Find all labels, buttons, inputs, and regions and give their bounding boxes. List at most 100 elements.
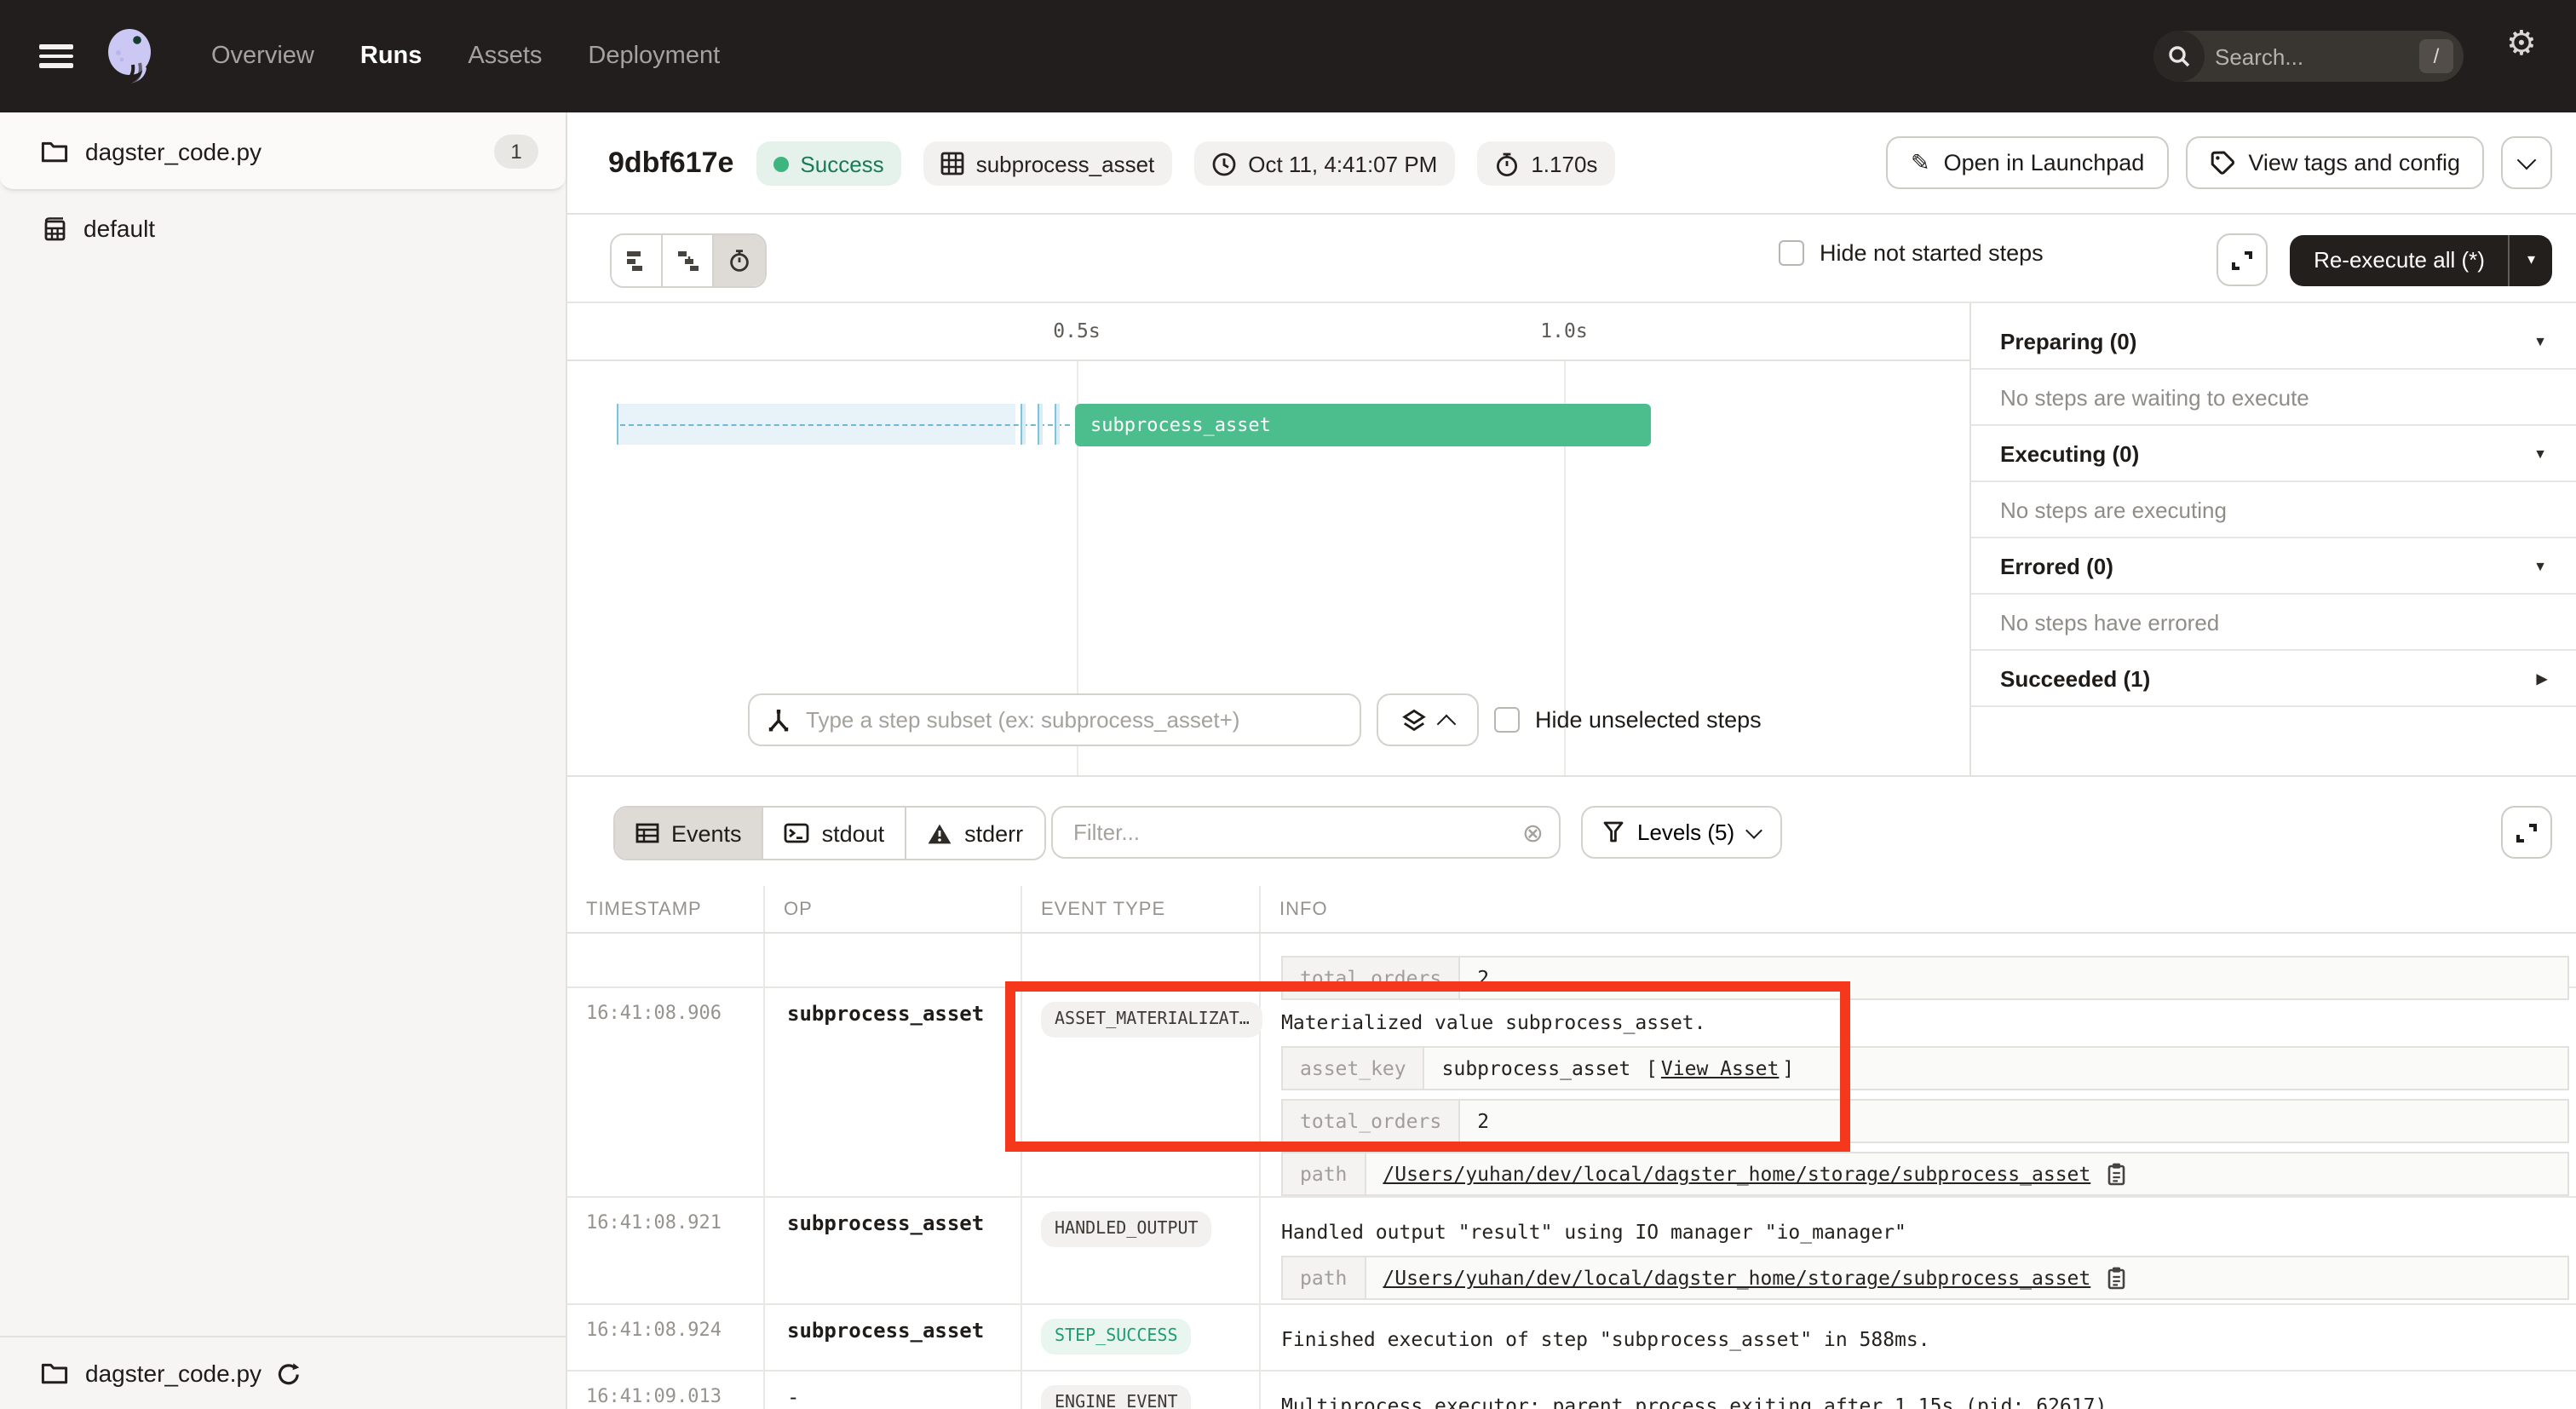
status-section-header-3[interactable]: Errored (0)▼ bbox=[1971, 538, 2576, 595]
status-section-body: No steps have errored bbox=[1971, 595, 2576, 651]
reload-icon[interactable] bbox=[275, 1360, 301, 1386]
re-execute-all-button[interactable]: Re-execute all (*) bbox=[2290, 247, 2509, 273]
event-type-badge: STEP_SUCCESS bbox=[1041, 1319, 1192, 1354]
asset-tag[interactable]: subprocess_asset bbox=[923, 141, 1172, 186]
pencil-icon: ✎ bbox=[1911, 149, 1930, 176]
step-subset-input[interactable] bbox=[802, 705, 1343, 734]
tag-icon bbox=[2209, 150, 2234, 175]
bracket: [ bbox=[1634, 1056, 1658, 1080]
timed-view-button[interactable] bbox=[714, 235, 765, 286]
triangle-down-icon: ▼ bbox=[2533, 558, 2547, 573]
nav-link-overview[interactable]: Overview bbox=[211, 43, 314, 70]
step-bar-subprocess-asset[interactable]: subprocess_asset bbox=[1075, 404, 1651, 446]
event-message: Multiprocess executor: parent process ex… bbox=[1281, 1392, 2569, 1409]
status-section-title: Succeeded (1) bbox=[2000, 665, 2150, 691]
metadata-text: 2 bbox=[1477, 966, 1489, 990]
graph-query-toggle-button[interactable] bbox=[1377, 693, 1479, 746]
run-id: 9dbf617e bbox=[608, 147, 733, 181]
re-execute-dropdown-button[interactable]: ▾ bbox=[2510, 250, 2552, 269]
code-location-count: 1 bbox=[494, 134, 538, 168]
flat-view-button[interactable] bbox=[612, 235, 663, 286]
status-dot-icon bbox=[773, 156, 788, 171]
gear-icon[interactable]: ⚙ bbox=[2506, 22, 2537, 65]
cell-op: - bbox=[765, 1372, 1022, 1409]
hide-not-started-checkbox[interactable] bbox=[1779, 240, 1804, 266]
footer-code-location-label: dagster_code.py bbox=[85, 1360, 262, 1387]
tab-stdout[interactable]: stdout bbox=[764, 808, 907, 859]
cell-info: Materialized value subprocess_asset.asse… bbox=[1261, 988, 2576, 1196]
column-header-op: OP bbox=[765, 886, 1022, 932]
search-box[interactable]: / bbox=[2153, 31, 2464, 82]
gantt-toolbar: Hide not started steps Re-execute all (*… bbox=[567, 215, 2576, 303]
copy-icon[interactable] bbox=[2106, 1162, 2126, 1186]
logs-fullscreen-button[interactable] bbox=[2501, 806, 2552, 859]
metadata-key: path bbox=[1283, 1257, 1366, 1298]
stopwatch-icon bbox=[1493, 151, 1519, 176]
metadata-value: 2 bbox=[1460, 1101, 2567, 1142]
status-section-header-2[interactable]: Executing (0)▼ bbox=[1971, 426, 2576, 482]
status-section-body: No steps are executing bbox=[1971, 482, 2576, 538]
path-link[interactable]: /Users/yuhan/dev/local/dagster_home/stor… bbox=[1383, 1162, 2090, 1186]
cell-event-type: ASSET_MATERIALIZAT… bbox=[1022, 988, 1261, 1196]
view-asset-link[interactable]: View Asset bbox=[1661, 1056, 1780, 1080]
chevron-down-icon bbox=[2517, 151, 2537, 170]
metadata-key: asset_key bbox=[1283, 1048, 1425, 1089]
metadata-entry-path: path/Users/yuhan/dev/local/dagster_home/… bbox=[1281, 1152, 2569, 1196]
open-in-launchpad-button[interactable]: ✎ Open in Launchpad bbox=[1887, 136, 2168, 189]
view-tags-config-button[interactable]: View tags and config bbox=[2185, 136, 2484, 189]
tab-stderr[interactable]: stderr bbox=[906, 808, 1044, 859]
waiting-tick bbox=[1055, 404, 1060, 445]
metadata-entry-path: path/Users/yuhan/dev/local/dagster_home/… bbox=[1281, 1256, 2569, 1300]
menu-icon[interactable] bbox=[39, 44, 73, 68]
run-actions-chevron-button[interactable] bbox=[2501, 136, 2552, 189]
clear-filter-icon[interactable]: ⊗ bbox=[1522, 817, 1544, 848]
cell-info: Handled output "result" using IO manager… bbox=[1261, 1198, 2576, 1303]
tab-label: stderr bbox=[964, 820, 1023, 846]
terminal-icon bbox=[785, 821, 810, 845]
triangle-right-icon: ▶ bbox=[2537, 670, 2547, 686]
hide-unselected-checkbox[interactable] bbox=[1494, 707, 1520, 733]
log-row: 16:41:08.906subprocess_assetASSET_MATERI… bbox=[567, 988, 2576, 1198]
status-badge: Success bbox=[756, 141, 900, 186]
waterfall-view-button[interactable] bbox=[663, 235, 714, 286]
log-row: 16:41:08.921subprocess_assetHANDLED_OUTP… bbox=[567, 1198, 2576, 1305]
copy-icon[interactable] bbox=[2106, 1266, 2126, 1290]
tab-Events[interactable]: Events bbox=[615, 808, 764, 859]
path-link[interactable]: /Users/yuhan/dev/local/dagster_home/stor… bbox=[1383, 1266, 2090, 1290]
start-time: Oct 11, 4:41:07 PM bbox=[1193, 141, 1454, 186]
chevron-down-icon bbox=[1745, 821, 1762, 838]
levels-dropdown[interactable]: Levels (5) bbox=[1581, 806, 1782, 859]
nav-link-assets[interactable]: Assets bbox=[468, 43, 542, 70]
metadata-entry-total_orders: total_orders2 bbox=[1281, 1099, 2569, 1143]
metadata-text: subprocess_asset bbox=[1442, 1056, 1631, 1080]
nav-links: Overview Runs Assets Deployment bbox=[211, 43, 720, 70]
column-header-timestamp: TIMESTAMP bbox=[567, 886, 765, 932]
status-section-header-1[interactable]: Preparing (0)▼ bbox=[1971, 313, 2576, 370]
search-input[interactable] bbox=[2205, 43, 2419, 69]
log-filter-input[interactable] bbox=[1053, 820, 1522, 845]
column-header-info: INFO bbox=[1261, 886, 2576, 932]
metadata-entry-asset_key: asset_keysubprocess_asset [View Asset] bbox=[1281, 1046, 2569, 1090]
cell-event-type: HANDLED_OUTPUT bbox=[1022, 1198, 1261, 1303]
warning-icon bbox=[927, 822, 952, 844]
sidebar-code-location[interactable]: dagster_code.py 1 bbox=[0, 112, 566, 191]
sidebar-item-default[interactable]: default bbox=[0, 191, 566, 266]
cell-timestamp: 16:41:08.924 bbox=[567, 1305, 765, 1370]
clock-icon bbox=[1210, 151, 1236, 176]
op-selector-icon bbox=[767, 708, 791, 732]
dagster-logo[interactable] bbox=[97, 24, 162, 89]
waiting-tick bbox=[1038, 404, 1043, 445]
nav-link-runs[interactable]: Runs bbox=[360, 43, 423, 70]
waiting-dashed-line bbox=[620, 423, 1070, 425]
gantt-chart: subprocess_asset Hide unselected steps bbox=[567, 361, 1969, 775]
search-icon bbox=[2153, 31, 2205, 82]
chevron-up-icon bbox=[1437, 714, 1457, 733]
event-type-badge: ENGINE_EVENT bbox=[1041, 1385, 1192, 1409]
grid-icon bbox=[940, 152, 964, 175]
status-section-header-4[interactable]: Succeeded (1) ▶ bbox=[1971, 651, 2576, 707]
column-header-event-type: EVENT TYPE bbox=[1022, 886, 1261, 932]
event-message: Handled output "result" using IO manager… bbox=[1281, 1218, 2569, 1247]
event-type-badge: ASSET_MATERIALIZAT… bbox=[1041, 1002, 1263, 1038]
gantt-fullscreen-button[interactable] bbox=[2217, 233, 2268, 286]
nav-link-deployment[interactable]: Deployment bbox=[588, 43, 720, 70]
